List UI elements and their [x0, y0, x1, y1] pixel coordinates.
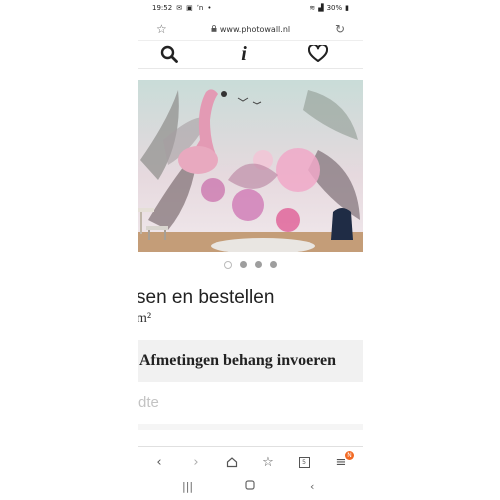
carousel-dot-2[interactable]: [240, 261, 247, 268]
info-icon[interactable]: i: [232, 42, 256, 66]
battery-icon: ▮: [345, 4, 349, 12]
mail-icon: ✉: [176, 4, 183, 12]
menu-icon[interactable]: ≡ N: [333, 451, 354, 470]
price-unit: m²: [138, 311, 152, 326]
url-text: www.photowall.nl: [219, 24, 291, 34]
phone-screen: 19:52 ✉ ▣ ʼn • ≋ ▟ 30% ▮ ☆ www.photowall…: [138, 0, 363, 500]
divider: [138, 424, 363, 430]
forward-icon[interactable]: ›: [188, 454, 204, 470]
section-heading: sen en bestellen: [138, 287, 275, 308]
status-right: ≋ ▟ 30% ▮: [309, 5, 349, 12]
wifi-icon: ≋: [309, 4, 316, 12]
more-dot-icon: •: [207, 4, 212, 12]
search-icon[interactable]: [157, 42, 181, 66]
system-nav-bar: ||| ‹: [138, 476, 363, 500]
battery-text: 30%: [326, 4, 343, 12]
url-bar[interactable]: ☆ www.photowall.nl ↻: [138, 18, 363, 41]
carousel-dots: [138, 261, 363, 271]
status-left: 19:52 ✉ ▣ ʼn •: [152, 5, 212, 12]
notification-icon: ʼn: [196, 4, 204, 12]
browser-nav-bar: ‹ › ☆ 5 ≡ N: [138, 446, 363, 477]
home-button-icon[interactable]: [245, 480, 255, 493]
enter-dimensions-label: Afmetingen behang invoeren: [139, 352, 337, 369]
image-icon: ▣: [186, 4, 193, 12]
home-icon[interactable]: [224, 454, 240, 470]
product-image[interactable]: [138, 80, 363, 252]
url-display[interactable]: www.photowall.nl: [211, 25, 290, 34]
status-bar: 19:52 ✉ ▣ ʼn • ≋ ▟ 30% ▮: [138, 0, 363, 18]
carousel-dot-1[interactable]: [224, 261, 232, 269]
site-toolbar: i: [138, 40, 363, 69]
carousel-dot-3[interactable]: [255, 261, 262, 268]
menu-badge: N: [345, 451, 354, 460]
back-icon[interactable]: ‹: [151, 454, 167, 470]
bookmark-star-icon[interactable]: ☆: [156, 22, 167, 36]
lock-icon: [211, 24, 217, 34]
tabs-icon[interactable]: 5: [296, 454, 312, 470]
status-time: 19:52: [152, 4, 173, 12]
enter-dimensions-button[interactable]: Afmetingen behang invoeren: [138, 340, 363, 382]
tabs-count: 5: [298, 456, 310, 468]
refresh-icon[interactable]: ↻: [335, 22, 345, 36]
width-field-label: dte: [138, 394, 159, 411]
system-back-icon[interactable]: ‹: [310, 480, 314, 493]
heart-icon[interactable]: [306, 42, 330, 66]
signal-icon: ▟: [318, 4, 324, 12]
bookmark-icon[interactable]: ☆: [260, 454, 276, 470]
carousel-dot-4[interactable]: [270, 261, 277, 268]
recent-apps-icon[interactable]: |||: [182, 480, 193, 493]
